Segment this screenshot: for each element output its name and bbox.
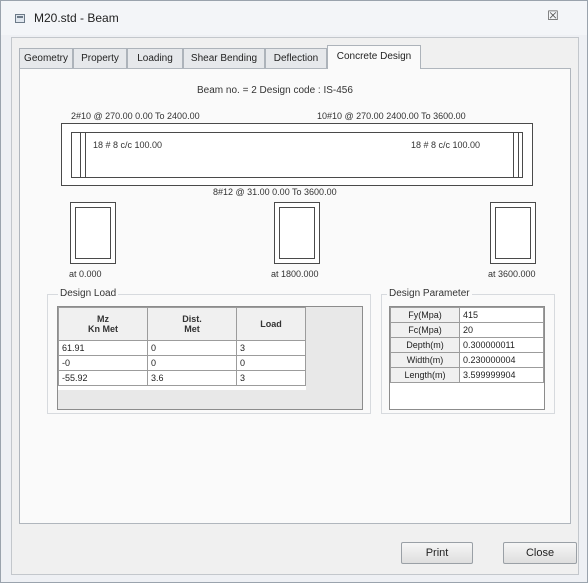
beam-rebar-outline bbox=[71, 132, 523, 178]
table-row[interactable]: Width(m) 0.230000004 bbox=[390, 352, 544, 368]
print-button[interactable]: Print bbox=[401, 542, 473, 564]
right-stirrup-line bbox=[518, 132, 519, 178]
table-row[interactable]: 61.91 0 3 bbox=[58, 340, 306, 356]
table-row[interactable]: -55.92 3.6 3 bbox=[58, 370, 306, 386]
design-load-table: Mz Kn Met Dist. Met Load 61.91 0 3 -0 0 0 … bbox=[58, 307, 306, 386]
section-mid-label: at 1800.000 bbox=[271, 269, 319, 279]
design-load-grid[interactable]: Mz Kn Met Dist. Met Load 61.91 0 3 -0 0 0 … bbox=[57, 306, 363, 410]
beam-window: M20.std - Beam ☒ Geometry Property Loadi… bbox=[0, 0, 588, 583]
design-parameter-table: Fy(Mpa) 415 Fc(Mpa) 20 Depth(m) 0.300000… bbox=[390, 307, 544, 383]
app-icon bbox=[15, 14, 25, 23]
title-bar: M20.std - Beam ☒ bbox=[1, 1, 587, 35]
close-window-icon[interactable]: ☒ bbox=[541, 6, 565, 26]
grid-empty-area bbox=[58, 390, 362, 409]
tab-loading[interactable]: Loading bbox=[127, 48, 183, 68]
window-title: M20.std - Beam bbox=[34, 11, 119, 25]
beam-design-header: Beam no. = 2 Design code : IS-456 bbox=[197, 85, 353, 96]
right-stirrup-line bbox=[513, 132, 514, 178]
section-at-mid bbox=[274, 202, 320, 264]
section-at-start bbox=[70, 202, 116, 264]
dist-header: Dist. Met bbox=[147, 307, 237, 341]
table-row[interactable]: -0 0 0 bbox=[58, 355, 306, 371]
bottom-rebar-label: 8#12 @ 31.00 0.00 To 3600.00 bbox=[213, 187, 337, 197]
tab-shear-bending[interactable]: Shear Bending bbox=[183, 48, 265, 68]
design-load-title: Design Load bbox=[58, 288, 119, 299]
tab-deflection[interactable]: Deflection bbox=[265, 48, 327, 68]
section-end-label: at 3600.000 bbox=[488, 269, 536, 279]
table-row[interactable]: Fc(Mpa) 20 bbox=[390, 322, 544, 338]
load-header: Load bbox=[236, 307, 306, 341]
section-at-end bbox=[490, 202, 536, 264]
design-parameter-grid[interactable]: Fy(Mpa) 415 Fc(Mpa) 20 Depth(m) 0.300000… bbox=[389, 306, 545, 410]
tab-geometry[interactable]: Geometry bbox=[19, 48, 73, 68]
top-left-rebar-label: 2#10 @ 270.00 0.00 To 2400.00 bbox=[71, 111, 200, 121]
table-row[interactable]: Depth(m) 0.300000011 bbox=[390, 337, 544, 353]
top-right-rebar-label: 10#10 @ 270.00 2400.00 To 3600.00 bbox=[317, 111, 466, 121]
design-parameter-title: Design Parameter bbox=[387, 288, 472, 299]
tab-property[interactable]: Property bbox=[73, 48, 127, 68]
close-button[interactable]: Close bbox=[503, 542, 577, 564]
right-stirrup-label: 18 # 8 c/c 100.00 bbox=[411, 140, 481, 150]
mz-header: Mz Kn Met bbox=[58, 307, 148, 341]
section-start-label: at 0.000 bbox=[69, 269, 102, 279]
table-row[interactable]: Length(m) 3.599999904 bbox=[390, 367, 544, 383]
table-row[interactable]: Fy(Mpa) 415 bbox=[390, 307, 544, 323]
left-stirrup-line bbox=[80, 132, 81, 178]
tab-concrete-design[interactable]: Concrete Design bbox=[327, 45, 421, 69]
left-stirrup-line bbox=[85, 132, 86, 178]
left-stirrup-label: 18 # 8 c/c 100.00 bbox=[93, 140, 163, 150]
